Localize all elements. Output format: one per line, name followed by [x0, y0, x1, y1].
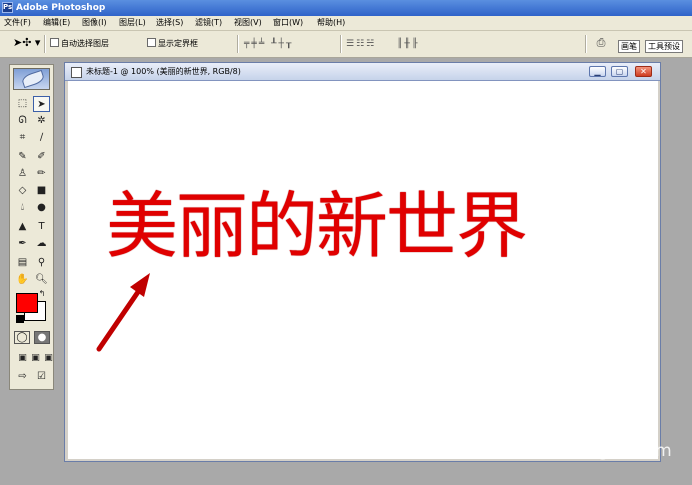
document-icon [71, 67, 82, 78]
hand-tool-icon[interactable]: ✋ [14, 272, 31, 288]
distribute-vertical-buttons[interactable]: ☰☷☵ [346, 38, 376, 50]
feather-shape [20, 69, 46, 89]
menu-help[interactable]: 帮助(H) [317, 17, 345, 29]
canvas-text-layer[interactable]: 美丽的新世界 [106, 181, 528, 271]
menu-window[interactable]: 窗口(W) [273, 17, 303, 29]
lasso-tool-icon[interactable]: ᘏ [14, 113, 31, 129]
eraser-tool-icon[interactable]: ◇ [14, 183, 31, 199]
menu-layer[interactable]: 图层(L) [119, 17, 146, 29]
type-tool-icon[interactable]: T [33, 219, 50, 235]
notes-tool-icon[interactable]: ▤ [14, 255, 31, 271]
toolbox: ⬚ ➤ ᘏ ✲ ⌗ ∕ ✎ ✐ ♙ ✏ ◇ ■ 💧︎ ● ▲ T ✒ ☁ ▤ ⚲… [9, 64, 54, 390]
clone-stamp-icon[interactable]: ♙ [14, 166, 31, 182]
watermark-url: zhinan.sogou.com [517, 441, 672, 461]
tab-tool-presets[interactable]: 工具预设 [645, 40, 683, 53]
tab-brushes[interactable]: 画笔 [618, 40, 640, 53]
quick-mask-icon[interactable]: ● [34, 331, 50, 344]
options-divider [44, 35, 46, 53]
minimize-button[interactable]: ▁ [589, 66, 606, 77]
shape-tool-icon[interactable]: ☁ [33, 236, 50, 252]
auto-select-layer-label: 自动选择图层 [61, 39, 109, 48]
options-divider [340, 35, 342, 53]
move-tool-icon[interactable]: ➤ [33, 96, 50, 112]
app-titlebar: Ps Adobe Photoshop [0, 0, 692, 16]
swap-colors-icon[interactable]: ↰ [37, 289, 47, 299]
imageready-icon[interactable]: ☑ [33, 369, 50, 385]
auto-select-layer-checkbox[interactable]: 自动选择图层 [50, 38, 109, 50]
move-tool-icon[interactable]: ➤✣ ▾ [13, 37, 40, 49]
menu-filter[interactable]: 滤镜(T) [195, 17, 222, 29]
menu-edit[interactable]: 编辑(E) [43, 17, 70, 29]
align-buttons[interactable]: ╤╪╧ ┸┼┰ [244, 38, 293, 50]
menu-file[interactable]: 文件(F) [4, 17, 31, 29]
arrow-annotation-icon [96, 273, 150, 352]
screen-mode-full-icon[interactable]: ▣ [40, 350, 57, 366]
eyedropper-icon[interactable]: ⚲ [33, 255, 50, 271]
palette-well-icon[interactable]: ⎙ [594, 36, 608, 50]
magic-wand-icon[interactable]: ✲ [33, 113, 50, 129]
feather-logo-icon[interactable] [13, 68, 50, 90]
slice-tool-icon[interactable]: ∕ [33, 130, 50, 146]
checkbox-box [50, 38, 59, 47]
watermark-text: 搜狗指南 [553, 401, 649, 427]
foreground-color-swatch[interactable] [16, 293, 38, 313]
dodge-tool-icon[interactable]: ● [33, 200, 50, 216]
marquee-tool-icon[interactable]: ⬚ [14, 96, 31, 112]
maximize-button[interactable]: ▢ [611, 66, 628, 77]
options-divider [237, 35, 239, 53]
options-divider [585, 35, 587, 53]
healing-brush-icon[interactable]: ✎ [14, 149, 31, 165]
close-button[interactable]: ✕ [635, 66, 652, 77]
crop-tool-icon[interactable]: ⌗ [14, 130, 31, 146]
brush-tool-icon[interactable]: ✐ [33, 149, 50, 165]
menu-view[interactable]: 视图(V) [234, 17, 262, 29]
document-title: 未标题-1 @ 100% (美丽的新世界, RGB/8) [86, 67, 241, 76]
options-bar: ➤✣ ▾ 自动选择图层 显示定界框 ╤╪╧ ┸┼┰ ☰☷☵ ║╫╟ [0, 31, 692, 58]
menu-image[interactable]: 图像(I) [82, 17, 107, 29]
menu-bar: 文件(F) 编辑(E) 图像(I) 图层(L) 选择(S) 滤镜(T) 视图(V… [0, 16, 692, 31]
jump-to-imageready-icon[interactable]: ⇨ [14, 369, 31, 385]
zoom-tool-icon[interactable]: 🔍︎ [33, 272, 50, 288]
app-title: Adobe Photoshop [16, 3, 106, 13]
pen-tool-icon[interactable]: ✒ [14, 236, 31, 252]
default-colors-icon[interactable] [16, 315, 24, 323]
checkbox-box [147, 38, 156, 47]
path-select-icon[interactable]: ▲ [14, 219, 31, 235]
distribute-horizontal-buttons[interactable]: ║╫╟ [397, 38, 419, 50]
sogou-logo-icon: S [514, 396, 550, 432]
menu-select[interactable]: 选择(S) [156, 17, 183, 29]
gradient-tool-icon[interactable]: ■ [33, 183, 50, 199]
photoshop-icon: Ps [2, 2, 13, 13]
blur-tool-icon[interactable]: 💧︎ [14, 200, 31, 216]
show-bounds-label: 显示定界框 [158, 39, 198, 48]
show-bounds-checkbox[interactable]: 显示定界框 [147, 38, 198, 50]
standard-mode-icon[interactable]: ◯ [14, 331, 30, 344]
history-brush-icon[interactable]: ✏ [33, 166, 50, 182]
document-titlebar[interactable]: 未标题-1 @ 100% (美丽的新世界, RGB/8) ▁ ▢ ✕ [65, 63, 660, 81]
